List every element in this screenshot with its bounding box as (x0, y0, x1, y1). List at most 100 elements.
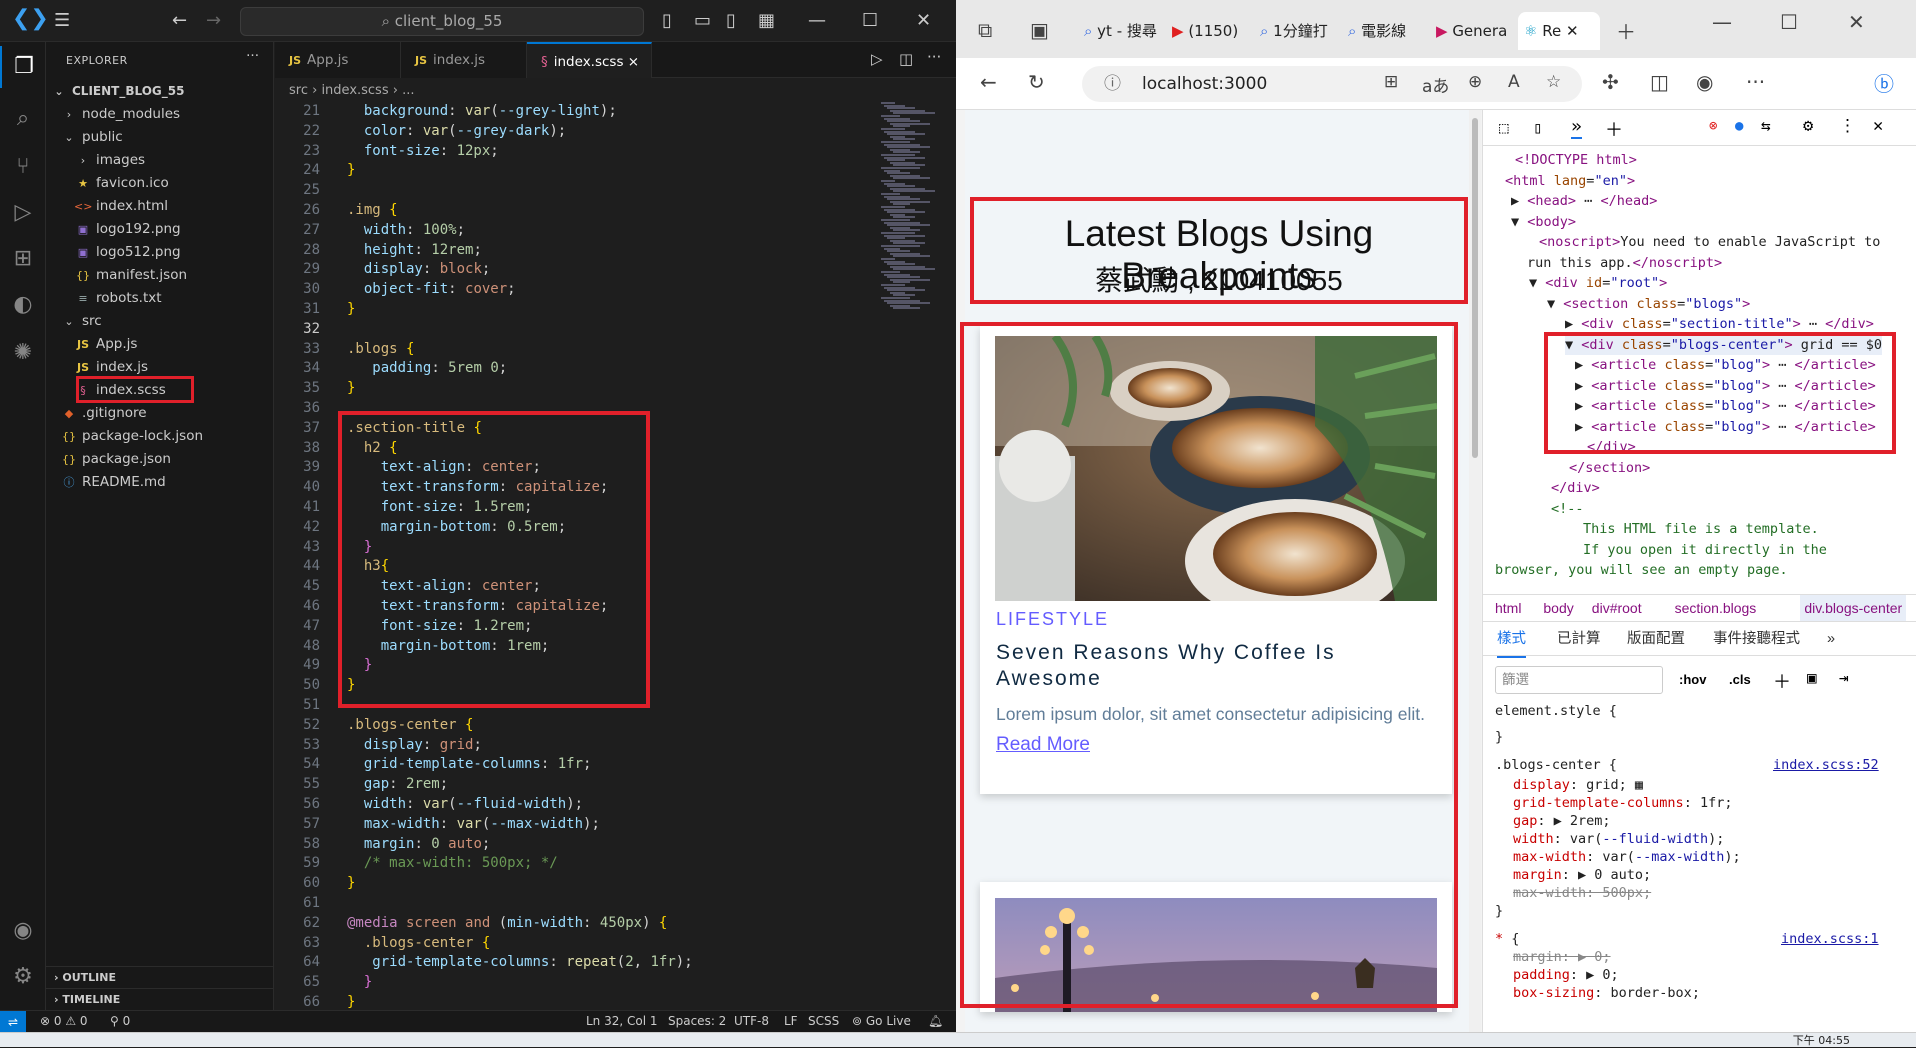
browser-tab[interactable]: ▶ (1150) (1166, 12, 1252, 50)
remote-icon[interactable]: ⇌ (0, 1011, 26, 1033)
dom-node[interactable]: This HTML file is a template. (1583, 519, 1819, 540)
browser-tab-active[interactable]: ⚛ Re ✕ (1518, 12, 1600, 50)
maximize-icon[interactable]: ☐ (1780, 10, 1798, 34)
split-editor-icon[interactable]: ◫ (899, 50, 913, 68)
back-icon[interactable]: ← (980, 70, 997, 94)
styles-tab[interactable]: 樣式 (1497, 622, 1526, 658)
toggle-sidebar-icon[interactable]: ⇥ (1839, 668, 1849, 687)
minimize-icon[interactable]: — (1712, 10, 1732, 34)
dom-crumb[interactable]: div#root (1592, 595, 1642, 621)
tree-item[interactable]: ⓘ README.md (46, 471, 274, 494)
tree-item[interactable]: › images (46, 149, 274, 172)
styles-tab[interactable]: 已計算 (1557, 622, 1601, 656)
browser-tab[interactable]: ⌕ 1分鐘打 (1254, 12, 1340, 50)
new-rule-icon[interactable]: ＋ (1773, 668, 1791, 694)
styles-filter-input[interactable]: 篩選 (1495, 666, 1663, 694)
dom-crumb[interactable]: body (1543, 595, 1573, 621)
device-toolbar-icon[interactable]: ▯ (1533, 118, 1543, 137)
style-rule-line[interactable]: max-width: var(--max-width); (1513, 848, 1741, 866)
tree-item[interactable]: ≡ robots.txt (46, 287, 274, 310)
tree-item[interactable]: <> index.html (46, 195, 274, 218)
tree-item[interactable]: ⌄ src (46, 310, 274, 333)
tab-actions-icon[interactable]: ▣ (1030, 18, 1049, 42)
forward-arrow-icon[interactable]: → (206, 10, 221, 31)
more-actions-icon[interactable]: ··· (246, 48, 259, 64)
tree-item[interactable]: {} package-lock.json (46, 425, 274, 448)
indentation[interactable]: Spaces: 2 (668, 1014, 726, 1028)
toggle-secondary-sidebar-icon[interactable]: ▯ (726, 10, 736, 31)
extensions-icon[interactable]: ✣ (1602, 70, 1619, 94)
command-center-search[interactable]: ⌕ client_blog_55 (240, 7, 644, 36)
project-folder[interactable]: ⌄ CLIENT_BLOG_55 (46, 80, 274, 103)
tab-close-icon[interactable]: × (628, 54, 639, 70)
cursor-position[interactable]: Ln 32, Col 1 (586, 1014, 658, 1028)
account-icon[interactable]: ◉ (0, 910, 46, 952)
bing-copilot-icon[interactable]: ⓑ (1874, 68, 1894, 97)
workspaces-icon[interactable]: ⧉ (978, 18, 992, 42)
run-icon[interactable]: ▷ (871, 50, 883, 68)
tree-item[interactable]: JS App.js (46, 333, 274, 356)
run-debug-icon[interactable]: ▷ (0, 192, 46, 234)
dom-node[interactable]: run this app.</noscript> (1527, 253, 1722, 274)
favorite-star-icon[interactable]: ☆ (1546, 72, 1561, 92)
errors-indicator[interactable]: ⊗ 0 ⚠ 0 (40, 1014, 88, 1028)
add-tool-icon[interactable]: ＋ (1605, 116, 1623, 142)
url-field[interactable]: ⓘ localhost:3000 (1082, 66, 1582, 102)
tree-item[interactable]: ⌄ public (46, 126, 274, 149)
dom-node[interactable]: <html lang="en"> (1505, 171, 1635, 192)
devtools-close-icon[interactable]: ✕ (1873, 116, 1883, 136)
style-rule-line[interactable]: } (1495, 902, 1503, 920)
tree-item[interactable]: ◆ .gitignore (46, 402, 274, 425)
rule-source-link[interactable]: index.scss:52 (1773, 756, 1879, 774)
error-badge-icon[interactable]: ⊗ (1709, 118, 1717, 134)
style-rule-line[interactable]: * { (1495, 930, 1519, 948)
toggle-panel-icon[interactable]: ▭ (694, 10, 711, 31)
maximize-icon[interactable]: ☐ (862, 10, 878, 31)
dom-node[interactable]: ▶ <head> ⋯ </head> (1511, 191, 1657, 212)
edge-tools-icon[interactable]: ◐ (0, 284, 46, 326)
inspect-element-icon[interactable]: ⬚ (1499, 118, 1509, 137)
extensions-icon[interactable]: ⊞ (0, 238, 46, 280)
tree-item[interactable]: {} manifest.json (46, 264, 274, 287)
tree-item[interactable]: ▣ logo192.png (46, 218, 274, 241)
element-state-icon[interactable]: ▣ (1807, 668, 1817, 687)
menu-icon[interactable]: ☰ (54, 10, 70, 31)
tab-close-icon[interactable]: ✕ (1566, 22, 1579, 40)
style-rule-line[interactable]: box-sizing: border-box; (1513, 984, 1700, 1002)
settings-gear-icon[interactable]: ⚙ (0, 956, 46, 998)
read-aloud-icon[interactable]: A (1508, 72, 1520, 92)
split-screen-icon[interactable]: ◫ (1650, 70, 1669, 94)
app-available-icon[interactable]: ⊞ (1384, 72, 1398, 92)
issues-badge-icon[interactable]: ● (1735, 118, 1743, 134)
styles-tab[interactable]: 版面配置 (1627, 622, 1685, 656)
style-rule-line[interactable]: .blogs-center { (1495, 756, 1617, 774)
minimize-icon[interactable]: — (808, 10, 826, 31)
chatgpt-icon[interactable]: ✺ (0, 332, 46, 374)
network-conditions-icon[interactable]: ⇆ (1761, 116, 1771, 135)
style-rule-line[interactable]: grid-template-columns: 1fr; (1513, 794, 1732, 812)
minimap[interactable] (875, 102, 945, 1002)
tree-item[interactable]: ▣ logo512.png (46, 241, 274, 264)
encoding[interactable]: UTF-8 (734, 1014, 769, 1028)
editor-more-icon[interactable]: ··· (927, 48, 941, 66)
cls-toggle[interactable]: .cls (1729, 672, 1751, 687)
timeline-section[interactable]: › TIMELINE (46, 988, 274, 1010)
style-rule-line[interactable]: element.style { (1495, 702, 1617, 720)
bell-icon[interactable]: 🔔︎ (928, 1014, 943, 1028)
dom-node[interactable]: </div> (1551, 478, 1600, 499)
profile-icon[interactable]: ◉ (1696, 70, 1713, 94)
tab-index-js[interactable]: JS index.js (401, 42, 527, 78)
browser-tab[interactable]: ▶ Genera (1430, 12, 1516, 50)
style-rule-line[interactable]: display: grid; ▦ (1513, 776, 1643, 794)
back-arrow-icon[interactable]: ← (172, 10, 187, 31)
dom-node[interactable]: ▼ <body> (1511, 212, 1576, 233)
dom-crumb[interactable]: section.blogs (1675, 595, 1757, 621)
tree-item[interactable]: › node_modules (46, 103, 274, 126)
dom-node[interactable]: <noscript>You need to enable JavaScript … (1539, 232, 1880, 253)
tab-app-js[interactable]: JS App.js (275, 42, 401, 78)
ports-indicator[interactable]: ⚲ 0 (110, 1014, 130, 1028)
style-rule-line[interactable]: gap: ▶ 2rem; (1513, 812, 1611, 830)
dom-crumb[interactable]: html (1495, 595, 1521, 621)
style-rule-line[interactable]: } (1495, 728, 1503, 746)
toggle-sidebar-icon[interactable]: ▯ (662, 10, 672, 31)
